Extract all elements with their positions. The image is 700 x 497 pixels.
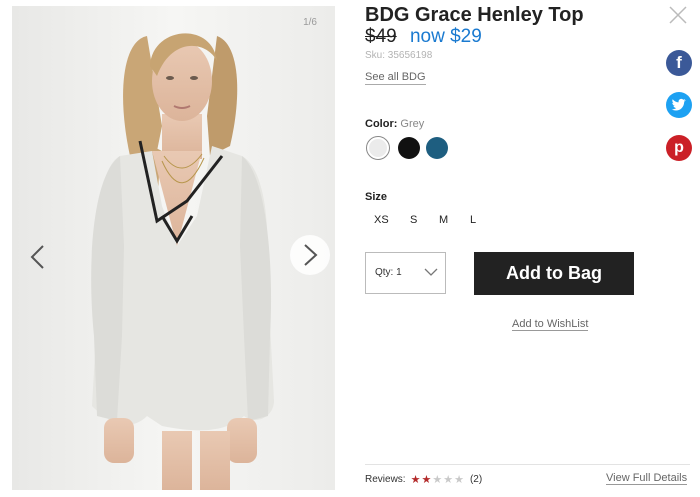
size-option-xs[interactable]: XS xyxy=(374,214,389,226)
add-to-bag-button[interactable]: Add to Bag xyxy=(474,252,634,295)
price-row: $49 now $29 xyxy=(365,26,482,48)
color-label: Color: Grey xyxy=(365,118,424,130)
twitter-share-button[interactable] xyxy=(666,92,692,118)
star-empty-icon: ★ xyxy=(443,474,454,486)
chevron-down-icon xyxy=(424,268,438,276)
review-count[interactable]: (2) xyxy=(470,474,482,485)
star-filled-icon: ★ xyxy=(421,474,432,486)
image-counter: 1/6 xyxy=(303,17,317,28)
selected-color-name: Grey xyxy=(400,118,425,130)
facebook-icon: f xyxy=(676,53,682,72)
previous-image-button[interactable] xyxy=(26,243,50,271)
add-to-wishlist-link[interactable]: Add to WishList xyxy=(512,318,589,331)
star-empty-icon: ★ xyxy=(432,474,443,486)
chevron-right-icon xyxy=(304,244,318,266)
color-swatch-teal[interactable] xyxy=(426,137,448,159)
size-label: Size xyxy=(365,191,388,203)
divider xyxy=(365,464,690,465)
product-title: BDG Grace Henley Top xyxy=(365,4,584,26)
color-swatch-black[interactable] xyxy=(398,137,420,159)
close-icon xyxy=(669,6,687,24)
reviews-label: Reviews: xyxy=(365,474,406,485)
twitter-icon xyxy=(671,98,686,111)
quantity-select[interactable]: Qty: 1 xyxy=(365,252,446,294)
see-all-brand-link[interactable]: See all BDG xyxy=(365,71,426,85)
size-option-s[interactable]: S xyxy=(410,214,417,226)
close-button[interactable] xyxy=(667,4,689,26)
next-image-button[interactable] xyxy=(290,235,330,275)
star-rating[interactable]: ★ ★ ★ ★ ★ xyxy=(411,473,465,486)
star-filled-icon: ★ xyxy=(410,474,421,486)
facebook-share-button[interactable]: f xyxy=(666,50,692,76)
size-option-m[interactable]: M xyxy=(439,214,448,226)
product-photo xyxy=(12,6,335,490)
pinterest-share-button[interactable]: p xyxy=(666,135,692,161)
pinterest-icon: p xyxy=(674,139,684,156)
reviews-summary: Reviews: ★ ★ ★ ★ ★ (2) xyxy=(365,473,482,486)
sku-number: Sku: 35656198 xyxy=(365,50,433,61)
view-full-details-link[interactable]: View Full Details xyxy=(606,472,688,485)
product-image-gallery: 1/6 xyxy=(12,6,335,490)
color-swatch-grey[interactable] xyxy=(366,136,390,160)
size-option-l[interactable]: L xyxy=(470,214,476,226)
color-label-key: Color: xyxy=(365,118,398,130)
star-empty-icon: ★ xyxy=(454,474,464,486)
chevron-left-icon xyxy=(30,245,44,269)
sale-price: now $29 xyxy=(409,26,482,47)
original-price: $49 xyxy=(365,26,397,47)
quantity-value: Qty: 1 xyxy=(375,267,402,278)
